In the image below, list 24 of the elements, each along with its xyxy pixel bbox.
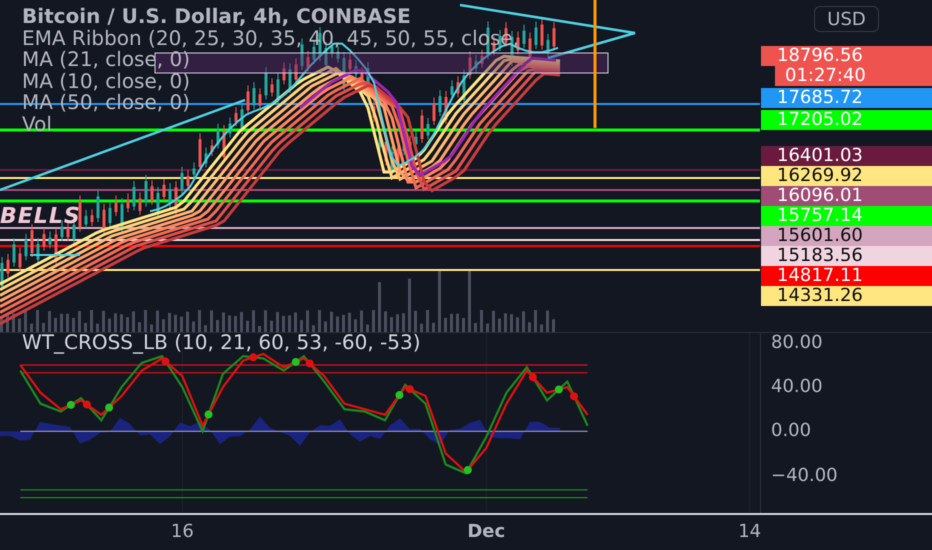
price-tag: 16401.03: [761, 146, 932, 166]
price-tag: 14331.26: [761, 286, 932, 306]
triangle-drawing[interactable]: [460, 4, 636, 60]
price-tag: 17205.02: [761, 110, 932, 130]
axis-label: −40.00: [771, 464, 838, 488]
axis-label: 16: [170, 521, 194, 542]
symbol-title: Bitcoin / U.S. Dollar, 4h, COINBASE: [22, 6, 411, 28]
axis-label: 80.00: [771, 330, 823, 355]
price-tag: 16269.92: [761, 166, 932, 186]
axis-label: 0.00: [771, 419, 812, 444]
axis-label: 14: [738, 521, 762, 542]
price-tag: 18796.56: [761, 46, 932, 66]
axis-label: 40.00: [771, 375, 823, 400]
price-tag: 01:27:40: [775, 66, 932, 86]
price-tag: 16096.01: [761, 186, 932, 206]
indicator-label: MA (10, close, 0): [22, 70, 190, 92]
chart-text-label: BELLS: [0, 204, 81, 229]
price-tag: 14817.11: [761, 266, 932, 286]
currency-button[interactable]: USD: [814, 6, 879, 32]
price-tag: 17685.72: [761, 88, 932, 108]
price-tag: 15183.56: [761, 246, 932, 266]
axis-label: Dec: [467, 521, 506, 542]
price-tag: 15757.14: [761, 206, 932, 226]
price-tag: 15601.60: [761, 226, 932, 246]
